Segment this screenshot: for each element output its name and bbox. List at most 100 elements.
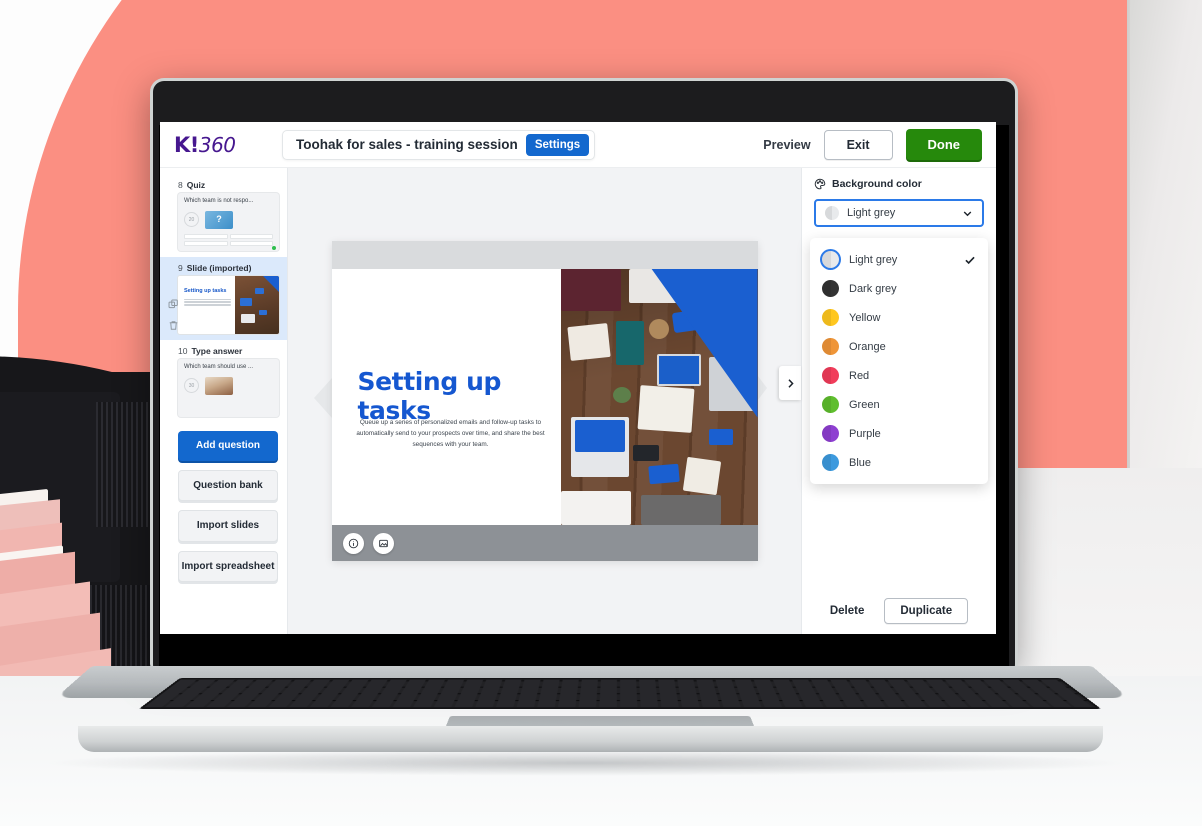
import-slides-button[interactable]: Import slides [178,510,278,542]
logo-mark: K! [174,132,199,157]
background-color-dropdown[interactable]: Light grey Dark grey Yellow Orange Red Green P… [810,238,988,484]
slide-10-card[interactable]: Which team should use ... 30 [178,359,279,417]
color-option-dark-grey[interactable]: Dark grey [810,274,988,303]
slide-9-actions [168,299,179,331]
color-option-label: Blue [849,456,872,469]
photo-open-notebook [637,385,695,433]
slide-photo [561,269,758,525]
slide-media-button[interactable] [372,532,394,554]
top-bar-actions: Preview Exit Done [763,129,982,160]
done-button[interactable]: Done [905,129,982,160]
keyboard-keys [144,679,1096,708]
app-logo[interactable]: K!360 [174,133,282,157]
slide-9-type: Slide (imported) [186,263,252,273]
info-icon [348,538,358,548]
slide-10-header: 10 Type answer [178,346,279,356]
slide-8-card[interactable]: Which team is not respo... 20 [178,193,279,251]
slide-8-number: 8 [178,180,183,190]
photo-paper-bottom [683,456,722,496]
slide-info-button[interactable] [342,532,364,554]
photo-phone-right [709,429,734,445]
presentation-title: Toohak for sales - training session [296,137,518,152]
panel-footer: Delete Duplicate [802,598,996,624]
background-color-select[interactable]: Light grey [814,199,984,227]
color-option-label: Light grey [849,253,898,266]
next-slide-button[interactable] [779,366,801,400]
duplicate-icon[interactable] [168,299,179,310]
photo-laptop-left-screen [575,420,626,452]
answer-bar [229,241,273,246]
laptop-screen: K!360 Toohak for sales - training sessio… [160,122,996,634]
logo-suffix: 360 [198,132,236,157]
slide-8-timer: 20 [184,212,199,227]
color-option-purple[interactable]: Purple [810,419,988,448]
sidebar-slide-8[interactable]: 8 Quiz Which team is not respo... 20 [160,174,287,257]
color-option-light-grey[interactable]: Light grey [810,245,988,274]
color-option-label: Green [849,398,880,411]
slide-9-thumb-lines [184,298,231,306]
chevron-right-icon [787,378,794,388]
photo-notebook-teal [616,321,645,365]
slide-bottom-toolbar [331,525,758,561]
slide-preview[interactable]: Setting up tasks Queue up a series of pe… [331,241,758,561]
import-spreadsheet-button[interactable]: Import spreadsheet [178,550,278,582]
preview-button[interactable]: Preview [763,138,810,152]
slides-sidebar[interactable]: 8 Quiz Which team is not respo... 20 ? 9… [160,168,288,634]
slide-8-type: Quiz [186,180,206,190]
color-option-green[interactable]: Green [810,390,988,419]
slide-10-media-icon [205,376,233,395]
duplicate-button[interactable]: Duplicate [884,598,969,624]
background-color-panel: Background color Light grey Light grey Da… [801,168,996,634]
trash-icon[interactable] [168,320,179,331]
question-bank-button[interactable]: Question bank [178,469,278,501]
exit-button[interactable]: Exit [823,129,893,160]
answer-bar [184,241,228,246]
slide-10-timer: 30 [184,378,199,393]
selected-color-swatch [825,206,839,220]
color-option-red[interactable]: Red [810,361,988,390]
color-option-blue[interactable]: Blue [810,448,988,477]
slide-9-number: 9 [178,263,183,273]
color-option-yellow[interactable]: Yellow [810,303,988,332]
photo-person-top-left [561,269,622,311]
color-swatch [822,454,839,471]
palette-icon [814,178,826,190]
laptop-base-front [78,726,1103,752]
photo-tablet [657,354,702,386]
settings-button[interactable]: Settings [525,133,590,156]
selected-color-label: Light grey [847,207,896,219]
laptop-shadow [40,750,1130,776]
color-option-label: Orange [849,340,886,353]
color-swatch [822,425,839,442]
color-option-orange[interactable]: Orange [810,332,988,361]
sidebar-slide-9[interactable]: 9 Slide (imported) Setting up tasks [160,257,287,340]
sidebar-slide-10[interactable]: 10 Type answer Which team should use ... … [160,340,287,423]
photo-notebook-white [567,323,612,361]
editor-body: 8 Quiz Which team is not respo... 20 ? 9… [160,168,996,634]
add-question-button[interactable]: Add question [178,431,278,461]
wall-panel [1130,0,1202,470]
chevron-down-icon [963,211,972,216]
slide-8-answers [184,234,273,246]
slide-8-question: Which team is not respo... [184,198,254,204]
sidebar-buttons: Add question Question bank Import slides… [160,423,287,582]
color-option-label: Red [849,369,870,382]
color-swatch [822,367,839,384]
slide-body-text: Queue up a series of personalized emails… [356,419,545,449]
slide-9-thumb-text: Setting up tasks [178,276,235,334]
delete-button[interactable]: Delete [830,605,865,617]
color-swatch [822,309,839,326]
color-option-label: Purple [849,427,881,440]
color-option-label: Dark grey [849,282,897,295]
slide-9-thumbnail[interactable]: Setting up tasks [178,276,279,334]
slide-10-type: Type answer [191,346,243,356]
slide-8-media-icon [205,210,233,229]
slide-10-question: Which team should use ... [184,364,254,370]
check-icon [965,256,975,264]
presentation-title-pill[interactable]: Toohak for sales - training session Sett… [282,129,596,160]
photo-person-bottom [561,491,632,525]
slide-top-band [331,241,758,269]
answer-bar [184,234,228,239]
color-swatch [822,338,839,355]
slide-canvas-area: Setting up tasks Queue up a series of pe… [288,168,801,634]
